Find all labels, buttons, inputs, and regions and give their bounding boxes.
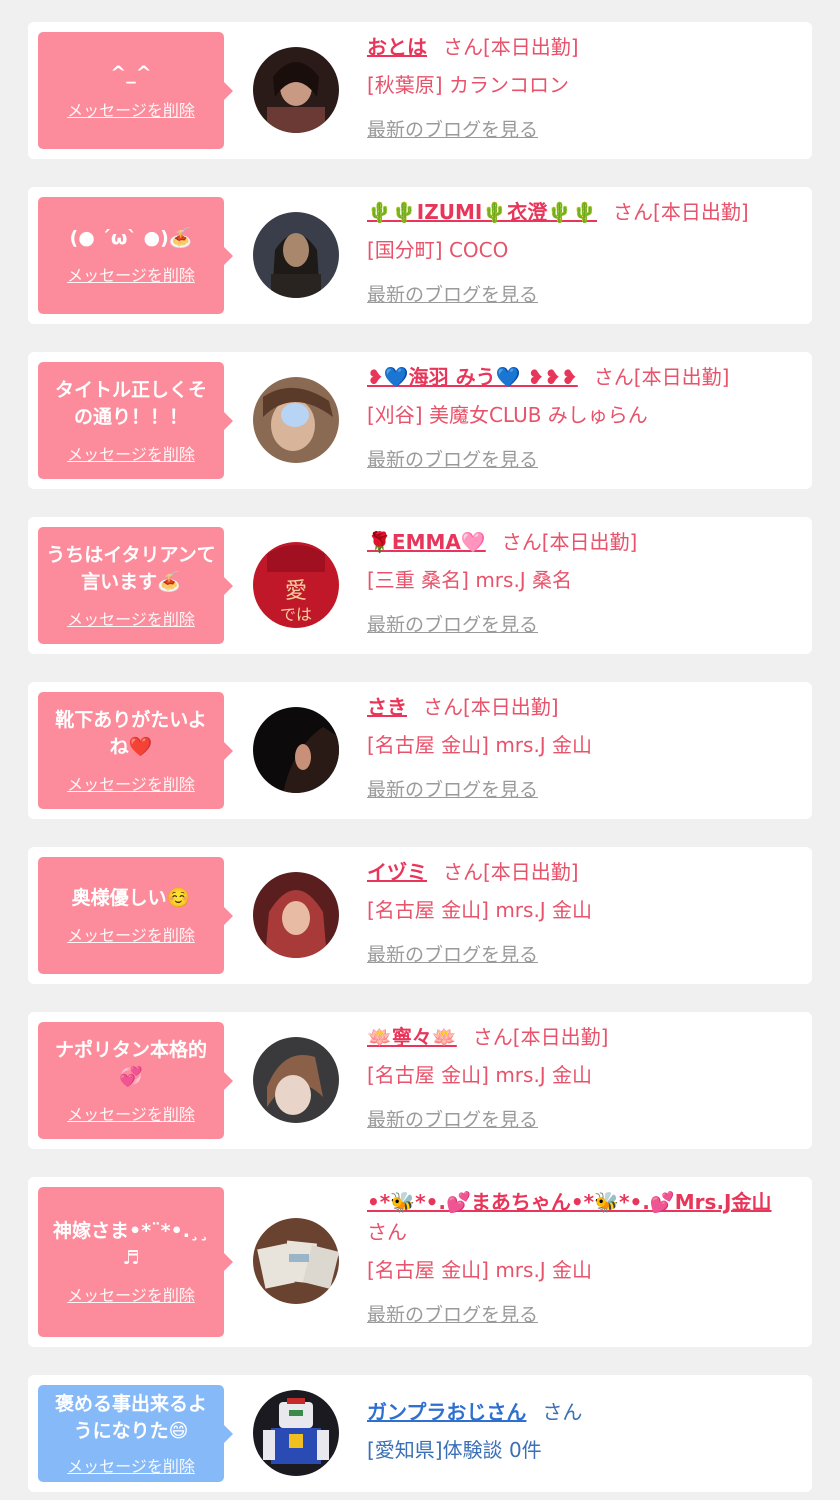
latest-blog-link[interactable]: 最新のブログを見る — [367, 1302, 538, 1328]
delete-message-link[interactable]: メッセージを削除 — [67, 1453, 195, 1477]
message-text: (● ´ω` ●)🍝 — [69, 227, 193, 249]
avatar[interactable] — [253, 47, 339, 133]
delete-message-link[interactable]: メッセージを削除 — [67, 441, 195, 465]
shop-text: [名古屋 金山] mrs.J 金山 — [367, 1258, 593, 1282]
list-item: 奥様優しい☺️ メッセージを削除 イヅミ さん[本日出勤] [名古屋 金山] mr… — [28, 847, 812, 984]
item-info: おとは さん[本日出勤] [秋葉原] カランコロン 最新のブログを見る — [367, 32, 797, 143]
status-text: さん — [367, 1220, 407, 1244]
girl-name-link[interactable]: 🪷寧々🪷 — [367, 1025, 457, 1049]
message-bubble: 神嫁さま•*¨*•.¸¸♬ メッセージを削除 — [38, 1187, 233, 1337]
message-text: タイトル正しくその通り！！！ — [54, 378, 207, 428]
review-count-text: [愛知県]体験談 0件 — [367, 1438, 542, 1462]
avatar[interactable]: 愛では — [253, 542, 339, 628]
item-info: 🪷寧々🪷 さん[本日出勤] [名古屋 金山] mrs.J 金山 最新のブログを見る — [367, 1022, 797, 1133]
message-text: ^_^ — [110, 62, 152, 84]
status-text: さん[本日出勤] — [613, 200, 749, 224]
shop-text: [名古屋 金山] mrs.J 金山 — [367, 733, 593, 757]
girl-name-link[interactable]: ❥💙海羽 みう💙 ❥❥❥ — [367, 365, 578, 389]
list-item: 靴下ありがたいよね❤️ メッセージを削除 さき さん[本日出勤] [名古屋 金山]… — [28, 682, 812, 819]
list-item: うちはイタリアンて言います🍝 メッセージを削除 愛では 🌹EMMA🩷 さん[本日出… — [28, 517, 812, 654]
message-text: 神嫁さま•*¨*•.¸¸♬ — [53, 1220, 209, 1269]
girl-name-link[interactable]: イヅミ — [367, 860, 427, 884]
delete-message-link[interactable]: メッセージを削除 — [67, 771, 195, 795]
delete-message-link[interactable]: メッセージを削除 — [67, 922, 195, 946]
latest-blog-link[interactable]: 最新のブログを見る — [367, 447, 538, 473]
favorites-list: ^_^ メッセージを削除 おとは さん[本日出勤] [秋葉原] カランコロン 最新… — [0, 0, 840, 1500]
message-bubble: ナポリタン本格的💞 メッセージを削除 — [38, 1022, 233, 1139]
item-info: •*🐝*•.💕まあちゃん•*🐝*•.💕Mrs.J金山 さん [名古屋 金山] mr… — [367, 1187, 797, 1328]
status-text: さん[本日出勤] — [443, 860, 579, 884]
shop-text: [秋葉原] カランコロン — [367, 73, 569, 97]
girl-name-link[interactable]: おとは — [367, 35, 427, 59]
delete-message-link[interactable]: メッセージを削除 — [67, 97, 195, 121]
status-text: さん[本日出勤] — [472, 1025, 609, 1049]
item-info: 🌹EMMA🩷 さん[本日出勤] [三重 桑名] mrs.J 桑名 最新のブログを見… — [367, 527, 797, 638]
status-text: さん[本日出勤] — [423, 695, 559, 719]
avatar[interactable] — [253, 707, 339, 793]
latest-blog-link[interactable]: 最新のブログを見る — [367, 942, 538, 968]
latest-blog-link[interactable]: 最新のブログを見る — [367, 282, 538, 308]
girl-name-link[interactable]: さき — [367, 695, 407, 719]
message-bubble: 靴下ありがたいよね❤️ メッセージを削除 — [38, 692, 233, 809]
delete-message-link[interactable]: メッセージを削除 — [67, 1101, 195, 1125]
latest-blog-link[interactable]: 最新のブログを見る — [367, 1107, 538, 1133]
message-bubble: うちはイタリアンて言います🍝 メッセージを削除 — [38, 527, 233, 644]
message-text: 奥様優しい☺️ — [71, 887, 191, 909]
message-text: 靴下ありがたいよね❤️ — [55, 708, 207, 758]
item-info: イヅミ さん[本日出勤] [名古屋 金山] mrs.J 金山 最新のブログを見る — [367, 857, 797, 968]
girl-name-link[interactable]: •*🐝*•.💕まあちゃん•*🐝*•.💕Mrs.J金山 — [367, 1190, 771, 1214]
item-info: ❥💙海羽 みう💙 ❥❥❥ さん[本日出勤] [刈谷] 美魔女CLUB みしゅらん … — [367, 362, 797, 473]
latest-blog-link[interactable]: 最新のブログを見る — [367, 117, 538, 143]
item-info: ガンプラおじさん さん [愛知県]体験談 0件 — [367, 1397, 797, 1465]
girl-name-link[interactable]: 🌵🌵IZUMI🌵衣澄🌵🌵 — [367, 200, 597, 224]
status-text: さん[本日出勤] — [501, 530, 638, 554]
shop-text: [名古屋 金山] mrs.J 金山 — [367, 898, 593, 922]
avatar[interactable] — [253, 377, 339, 463]
list-item: タイトル正しくその通り！！！ メッセージを削除 ❥💙海羽 みう💙 ❥❥❥ さん[本… — [28, 352, 812, 489]
svg-text:愛: 愛 — [285, 579, 307, 604]
shop-text: [名古屋 金山] mrs.J 金山 — [367, 1063, 593, 1087]
message-text: ナポリタン本格的💞 — [54, 1038, 207, 1088]
list-item: 神嫁さま•*¨*•.¸¸♬ メッセージを削除 •*🐝*•.💕まあちゃん•*🐝*•… — [28, 1177, 812, 1347]
list-item: ^_^ メッセージを削除 おとは さん[本日出勤] [秋葉原] カランコロン 最新… — [28, 22, 812, 159]
avatar[interactable] — [253, 1390, 339, 1476]
shop-text: [三重 桑名] mrs.J 桑名 — [367, 568, 573, 592]
svg-text:では: では — [280, 605, 312, 624]
latest-blog-link[interactable]: 最新のブログを見る — [367, 777, 538, 803]
delete-message-link[interactable]: メッセージを削除 — [67, 262, 195, 286]
shop-text: [国分町] COCO — [367, 238, 509, 262]
item-info: さき さん[本日出勤] [名古屋 金山] mrs.J 金山 最新のブログを見る — [367, 692, 797, 803]
status-text: さん[本日出勤] — [443, 35, 579, 59]
girl-name-link[interactable]: 🌹EMMA🩷 — [367, 530, 486, 554]
message-bubble: ^_^ メッセージを削除 — [38, 32, 233, 149]
delete-message-link[interactable]: メッセージを削除 — [67, 606, 195, 630]
message-bubble: タイトル正しくその通り！！！ メッセージを削除 — [38, 362, 233, 479]
avatar[interactable] — [253, 1218, 339, 1304]
message-bubble: 奥様優しい☺️ メッセージを削除 — [38, 857, 233, 974]
message-text: 褒める事出来るようになりた😄 — [54, 1392, 207, 1442]
user-name-link[interactable]: ガンプラおじさん — [367, 1400, 526, 1424]
avatar[interactable] — [253, 212, 339, 298]
list-item: 褒める事出来るようになりた😄 メッセージを削除 ガンプラおじさん さん [愛知県]… — [28, 1375, 812, 1492]
latest-blog-link[interactable]: 最新のブログを見る — [367, 612, 538, 638]
item-info: 🌵🌵IZUMI🌵衣澄🌵🌵 さん[本日出勤] [国分町] COCO 最新のブログを見… — [367, 197, 797, 308]
list-item: ナポリタン本格的💞 メッセージを削除 🪷寧々🪷 さん[本日出勤] [名古屋 金山]… — [28, 1012, 812, 1149]
delete-message-link[interactable]: メッセージを削除 — [67, 1282, 195, 1306]
message-text: うちはイタリアンて言います🍝 — [46, 543, 216, 593]
avatar[interactable] — [253, 1037, 339, 1123]
shop-text: [刈谷] 美魔女CLUB みしゅらん — [367, 403, 648, 427]
status-text: さん[本日出勤] — [593, 365, 730, 389]
list-item: (● ´ω` ●)🍝 メッセージを削除 🌵🌵IZUMI🌵衣澄🌵🌵 さん[本日出勤]… — [28, 187, 812, 324]
avatar[interactable] — [253, 872, 339, 958]
status-text: さん — [542, 1400, 583, 1424]
message-bubble: 褒める事出来るようになりた😄 メッセージを削除 — [38, 1385, 233, 1482]
message-bubble: (● ´ω` ●)🍝 メッセージを削除 — [38, 197, 233, 314]
